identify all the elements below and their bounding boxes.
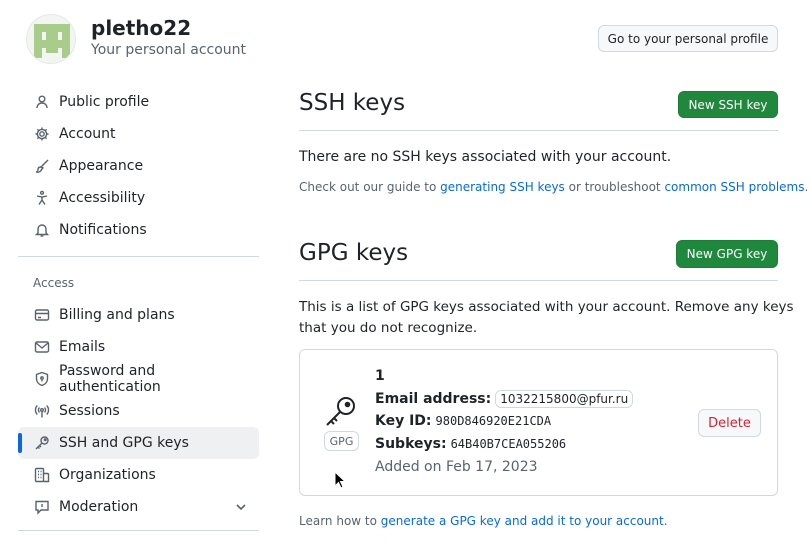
- settings-sidebar: Public profile Account Appearance Access…: [18, 86, 259, 531]
- avatar: [26, 14, 76, 64]
- ssh-guide-text: Check out our guide to generating SSH ke…: [299, 180, 808, 194]
- report-icon: [34, 499, 50, 515]
- gpg-badge: GPG: [324, 431, 359, 451]
- generate-gpg-key-link[interactable]: generate a GPG key and add it to your ac…: [381, 514, 664, 528]
- key-icon: [324, 394, 358, 428]
- guide-middle: or troubleshoot: [564, 180, 665, 194]
- subkeys-value: 64B40B7CEA055206: [450, 437, 567, 451]
- sidebar-item-label: Moderation: [59, 499, 139, 515]
- sidebar-item-label: Accessibility: [59, 190, 146, 206]
- person-icon: [34, 94, 50, 110]
- sidebar-item-label: SSH and GPG keys: [59, 435, 189, 451]
- chevron-down-icon[interactable]: [233, 499, 249, 515]
- sidebar-item-label: Account: [59, 126, 116, 142]
- sidebar-item-label: Appearance: [59, 158, 144, 174]
- paintbrush-icon: [34, 158, 50, 174]
- delete-gpg-key-button[interactable]: Delete: [698, 409, 761, 437]
- guide-prefix: Check out our guide to: [299, 180, 441, 194]
- generating-ssh-keys-link[interactable]: generating SSH keys: [440, 180, 565, 194]
- sidebar-item-emails[interactable]: Emails: [18, 331, 259, 363]
- key-id-row: Key ID: 980D846920E21CDA: [375, 413, 551, 429]
- sidebar-item-account[interactable]: Account: [18, 118, 259, 150]
- gear-icon: [34, 126, 50, 142]
- gpg-key-item: GPG 1 Email address: 1032215800@pfur.ru …: [299, 349, 778, 496]
- subkeys-row: Subkeys: 64B40B7CEA055206: [375, 436, 566, 452]
- footer-suffix: .: [663, 514, 668, 528]
- section-divider: [299, 280, 778, 281]
- sidebar-item-moderation[interactable]: Moderation: [18, 491, 259, 523]
- sidebar-item-label: Public profile: [59, 94, 150, 110]
- sidebar-item-organizations[interactable]: Organizations: [18, 459, 259, 491]
- gpg-description-line2: that you do not recognize.: [299, 320, 478, 336]
- username[interactable]: pletho22: [91, 16, 191, 40]
- section-divider: [299, 130, 778, 131]
- sidebar-item-ssh-gpg-keys[interactable]: SSH and GPG keys: [18, 427, 259, 459]
- organization-icon: [34, 467, 50, 483]
- sidebar-item-label: Billing and plans: [59, 307, 175, 323]
- key-id-value: 980D846920E21CDA: [435, 414, 552, 428]
- common-ssh-problems-link[interactable]: common SSH problems: [664, 180, 804, 194]
- sidebar-item-label: Organizations: [59, 467, 156, 483]
- sidebar-item-password[interactable]: Password and authentication: [18, 363, 259, 395]
- sidebar-heading-access: Access: [33, 276, 75, 290]
- ssh-empty-text: There are no SSH keys associated with yo…: [299, 149, 672, 165]
- gpg-key-name: 1: [375, 368, 385, 384]
- go-to-profile-button[interactable]: Go to your personal profile: [598, 25, 778, 52]
- sidebar-item-label: Sessions: [59, 403, 120, 419]
- sidebar-item-sessions[interactable]: Sessions: [18, 395, 259, 427]
- footer-prefix: Learn how to: [299, 514, 381, 528]
- gpg-keys-title: GPG keys: [299, 240, 409, 266]
- key-icon: [34, 435, 50, 451]
- sidebar-item-label: Notifications: [59, 222, 147, 238]
- sidebar-divider: [18, 530, 259, 531]
- email-row: Email address: 1032215800@pfur.ru: [375, 390, 634, 408]
- subkeys-label: Subkeys:: [375, 436, 447, 452]
- sidebar-item-billing[interactable]: Billing and plans: [18, 299, 259, 331]
- account-subtitle: Your personal account: [91, 42, 247, 58]
- accessibility-icon: [34, 190, 50, 206]
- bell-icon: [34, 222, 50, 238]
- ssh-keys-title: SSH keys: [299, 90, 406, 116]
- gpg-description-line1: This is a list of GPG keys associated wi…: [299, 299, 794, 315]
- broadcast-icon: [34, 403, 50, 419]
- sidebar-item-notifications[interactable]: Notifications: [18, 214, 259, 246]
- guide-suffix: .: [804, 180, 809, 194]
- sidebar-item-label: Emails: [59, 339, 106, 355]
- gpg-footer-text: Learn how to generate a GPG key and add …: [299, 514, 668, 528]
- sidebar-divider: [18, 256, 259, 257]
- new-ssh-key-button[interactable]: New SSH key: [678, 91, 778, 118]
- sidebar-item-appearance[interactable]: Appearance: [18, 150, 259, 182]
- added-date: Added on Feb 17, 2023: [375, 459, 538, 475]
- new-gpg-key-button[interactable]: New GPG key: [676, 240, 778, 268]
- email-value: 1032215800@pfur.ru: [495, 390, 634, 408]
- sidebar-item-label: Password and authentication: [59, 363, 161, 395]
- mail-icon: [34, 339, 50, 355]
- mouse-cursor-icon: [334, 470, 347, 489]
- key-id-label: Key ID:: [375, 413, 432, 429]
- credit-card-icon: [34, 307, 50, 323]
- shield-lock-icon: [34, 371, 50, 387]
- sidebar-item-public-profile[interactable]: Public profile: [18, 86, 259, 118]
- email-label: Email address:: [375, 391, 492, 407]
- sidebar-item-accessibility[interactable]: Accessibility: [18, 182, 259, 214]
